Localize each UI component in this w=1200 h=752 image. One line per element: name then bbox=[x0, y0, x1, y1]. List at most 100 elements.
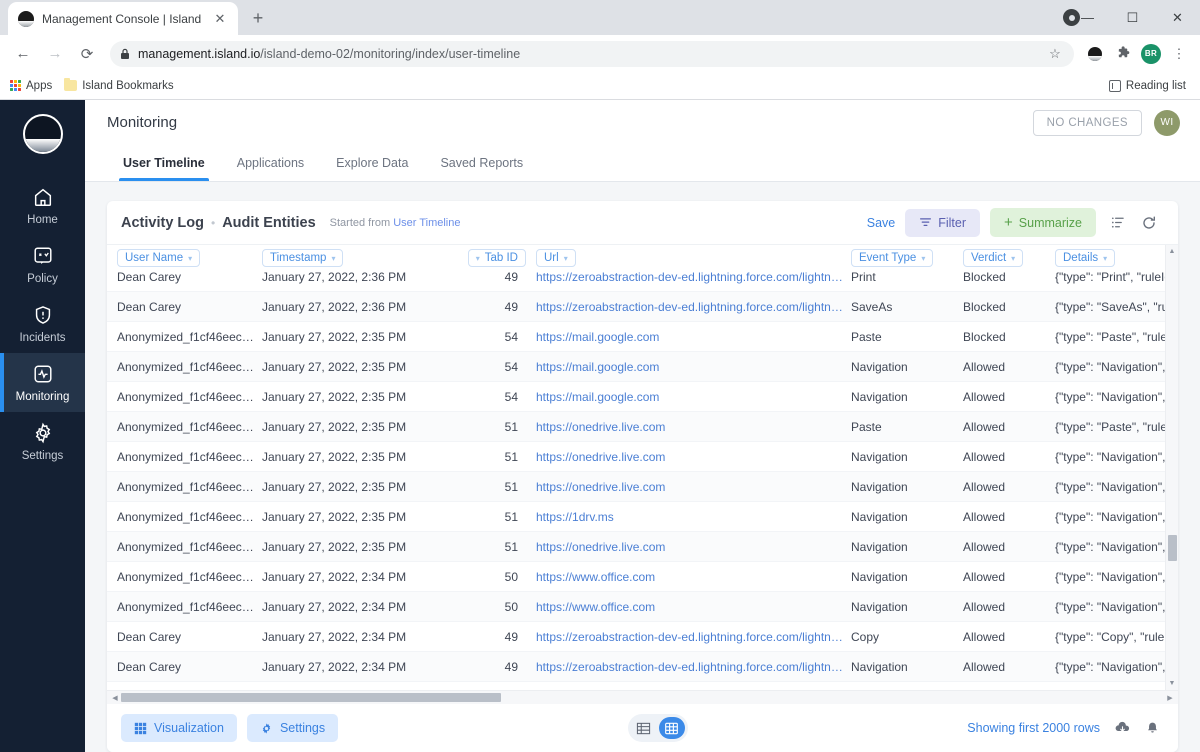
table-body[interactable]: Dean Carey January 27, 2022, 2:36 PM 49 htt… bbox=[107, 262, 1178, 690]
table-row[interactable]: Dean Carey January 27, 2022, 2:34 PM 49 htt… bbox=[107, 622, 1178, 652]
profile-initials: BR bbox=[1141, 43, 1161, 64]
visualization-button[interactable]: Visualization bbox=[121, 714, 237, 742]
column-header-url[interactable]: Url ▾ bbox=[536, 249, 851, 267]
table-row[interactable]: Anonymized_f1cf46eecdf... January 27, 202… bbox=[107, 592, 1178, 622]
home-icon bbox=[34, 188, 51, 206]
scroll-down-arrow-icon[interactable]: ▼ bbox=[1166, 677, 1178, 690]
column-header-event-type[interactable]: Event Type ▾ bbox=[851, 249, 963, 267]
card-title: Activity Log bbox=[121, 214, 204, 231]
cell-url: https://zeroabstraction-dev-ed.lightning… bbox=[536, 659, 851, 674]
scroll-left-arrow-icon[interactable]: ◀ bbox=[109, 694, 121, 702]
cell-tab_id: 51 bbox=[504, 479, 518, 494]
cell-user: Dean Carey bbox=[117, 629, 182, 644]
started-from-link[interactable]: User Timeline bbox=[393, 217, 460, 229]
maximize-button[interactable]: ☐ bbox=[1110, 0, 1155, 35]
cell-user: Anonymized_f1cf46eecdf... bbox=[117, 359, 262, 374]
bookmark-star-icon[interactable]: ☆ bbox=[1042, 41, 1068, 67]
column-header-verdict[interactable]: Verdict ▾ bbox=[963, 249, 1055, 267]
table-row[interactable]: Anonymized_f1cf46eecdf... January 27, 202… bbox=[107, 382, 1178, 412]
table-row[interactable]: Anonymized_f1cf46eecdf... January 27, 202… bbox=[107, 412, 1178, 442]
column-header-details[interactable]: Details ▾ bbox=[1055, 249, 1178, 267]
cell-verdict: Allowed bbox=[963, 659, 1006, 674]
sidebar-item-policy[interactable]: Policy bbox=[0, 235, 85, 294]
main-panel: Activity Log • Audit Entities Started fr… bbox=[85, 182, 1200, 752]
back-icon[interactable]: ← bbox=[8, 39, 38, 69]
bookmarks-bar: Apps Island Bookmarks Reading list bbox=[0, 72, 1200, 100]
vertical-scrollbar[interactable]: ▲ ▼ bbox=[1165, 245, 1178, 690]
sort-list-icon[interactable] bbox=[1106, 212, 1128, 234]
sidebar-item-home[interactable]: Home bbox=[0, 176, 85, 235]
download-icon[interactable] bbox=[1114, 720, 1131, 737]
horizontal-scroll-thumb[interactable] bbox=[121, 693, 501, 702]
profile-avatar[interactable]: BR bbox=[1138, 41, 1164, 67]
browser-tabstrip: Management Console | Island ✕ + — ☐ ✕ bbox=[0, 0, 1200, 35]
cell-user: Anonymized_f1cf46eecdf... bbox=[117, 569, 262, 584]
cell-verdict: Allowed bbox=[963, 539, 1006, 554]
cell-timestamp: January 27, 2022, 2:35 PM bbox=[262, 509, 407, 524]
address-bar[interactable]: management.island.io/island-demo-02/moni… bbox=[110, 40, 1074, 67]
grid-view-icon[interactable] bbox=[658, 717, 685, 739]
rows-count-label[interactable]: Showing first 2000 rows bbox=[967, 721, 1100, 735]
cell-timestamp: January 27, 2022, 2:35 PM bbox=[262, 329, 407, 344]
scroll-right-arrow-icon[interactable]: ▶ bbox=[1164, 694, 1176, 702]
app-topbar: Monitoring NO CHANGES WI bbox=[85, 100, 1200, 145]
bookmark-apps[interactable]: Apps bbox=[10, 80, 52, 92]
table-row[interactable]: Anonymized_f1cf46eecdf... January 27, 202… bbox=[107, 562, 1178, 592]
table-row[interactable]: Anonymized_f1cf46eecdf... January 27, 202… bbox=[107, 322, 1178, 352]
tab-user-timeline[interactable]: User Timeline bbox=[107, 145, 221, 181]
column-header-tab-id[interactable]: ▾ Tab ID bbox=[467, 249, 536, 267]
sidebar-item-settings[interactable]: Settings bbox=[0, 412, 85, 471]
tab-explore-data[interactable]: Explore Data bbox=[320, 145, 424, 181]
table-row[interactable]: Anonymized_f1cf46eecdf... January 27, 202… bbox=[107, 442, 1178, 472]
new-tab-button[interactable]: + bbox=[244, 4, 272, 32]
bell-icon[interactable] bbox=[1145, 721, 1160, 736]
minimize-button[interactable]: — bbox=[1065, 0, 1110, 35]
summarize-button[interactable]: + Summarize bbox=[990, 208, 1096, 237]
browser-tab[interactable]: Management Console | Island ✕ bbox=[8, 2, 238, 35]
table-row[interactable]: Anonymized_f1cf46eecdf... January 27, 202… bbox=[107, 352, 1178, 382]
browser-menu-icon[interactable]: ⋮ bbox=[1166, 41, 1192, 67]
table-row[interactable]: Anonymized_f1cf46eecdf... January 27, 202… bbox=[107, 472, 1178, 502]
vertical-scroll-thumb[interactable] bbox=[1168, 535, 1177, 561]
reading-list-button[interactable]: Reading list bbox=[1108, 79, 1190, 92]
filter-button[interactable]: Filter bbox=[905, 208, 981, 237]
bookmark-island[interactable]: Island Bookmarks bbox=[64, 78, 174, 92]
cell-details: {"type": "Navigation", "ruleId": "7fd9 bbox=[1055, 389, 1178, 404]
avatar[interactable]: WI bbox=[1154, 109, 1180, 136]
column-header-timestamp[interactable]: Timestamp ▾ bbox=[262, 249, 480, 267]
cell-timestamp: January 27, 2022, 2:35 PM bbox=[262, 479, 407, 494]
sidebar-item-home-label: Home bbox=[27, 214, 58, 226]
refresh-icon[interactable] bbox=[1138, 212, 1160, 234]
table-row[interactable]: Dean Carey January 27, 2022, 2:34 PM 49 htt… bbox=[107, 652, 1178, 682]
horizontal-scroll-track[interactable] bbox=[121, 693, 1164, 702]
cell-details: {"type": "Paste", "ruleId": "7fd9a890 bbox=[1055, 329, 1178, 344]
no-changes-button[interactable]: NO CHANGES bbox=[1032, 109, 1142, 136]
tab-applications[interactable]: Applications bbox=[221, 145, 320, 181]
column-header-user-name[interactable]: User Name ▾ bbox=[117, 249, 262, 267]
cell-timestamp: January 27, 2022, 2:35 PM bbox=[262, 359, 407, 374]
cell-verdict: Allowed bbox=[963, 359, 1006, 374]
reload-icon[interactable]: ⟳ bbox=[72, 39, 102, 69]
horizontal-scrollbar[interactable]: ◀ ▶ bbox=[107, 690, 1178, 704]
sidebar-item-monitoring[interactable]: Monitoring bbox=[0, 353, 85, 412]
cell-user: Anonymized_f1cf46eecdf... bbox=[117, 389, 262, 404]
bookmark-apps-label: Apps bbox=[26, 79, 53, 92]
scroll-up-arrow-icon[interactable]: ▲ bbox=[1166, 245, 1178, 258]
settings-label: Settings bbox=[279, 721, 326, 735]
table-row[interactable]: Anonymized_f1cf46eecdf... January 27, 202… bbox=[107, 532, 1178, 562]
table-view-icon[interactable] bbox=[631, 717, 657, 739]
sidebar-item-incidents[interactable]: Incidents bbox=[0, 294, 85, 353]
close-icon[interactable]: ✕ bbox=[212, 11, 228, 27]
table-row[interactable]: Dean Carey January 27, 2022, 2:36 PM 49 htt… bbox=[107, 292, 1178, 322]
cell-url: https://zeroabstraction-dev-ed.lightning… bbox=[536, 629, 851, 644]
save-button[interactable]: Save bbox=[867, 216, 896, 230]
puzzle-icon[interactable] bbox=[1110, 41, 1136, 67]
cell-user: Dean Carey bbox=[117, 269, 182, 284]
table-row[interactable]: Anonymized_f1cf46eecdf... January 27, 202… bbox=[107, 502, 1178, 532]
settings-button[interactable]: Settings bbox=[246, 714, 339, 742]
tab-saved-reports[interactable]: Saved Reports bbox=[424, 145, 539, 181]
island-extension-icon[interactable] bbox=[1082, 41, 1108, 67]
forward-icon[interactable]: → bbox=[40, 39, 70, 69]
footer-actions: Showing first 2000 rows bbox=[967, 720, 1160, 737]
window-close-button[interactable]: ✕ bbox=[1155, 0, 1200, 35]
